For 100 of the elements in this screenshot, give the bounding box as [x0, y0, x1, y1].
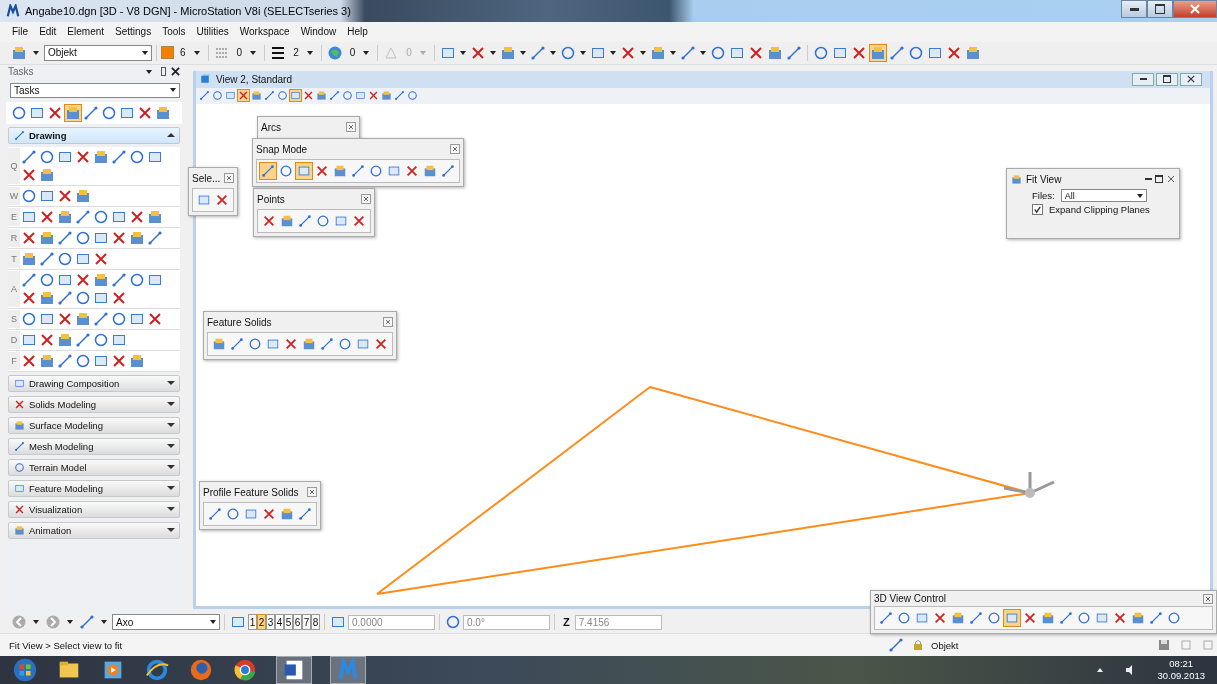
z-field[interactable]: 7.4156 [574, 614, 662, 630]
caret-icon[interactable] [146, 69, 152, 74]
line-icon[interactable] [877, 609, 895, 627]
chevron-icon[interactable] [167, 507, 175, 512]
block-icon[interactable] [868, 43, 887, 62]
square-icon[interactable] [289, 89, 302, 103]
close-icon[interactable] [1166, 174, 1176, 184]
angle-field[interactable]: 0.0° [463, 614, 550, 630]
menu-item[interactable]: Window [300, 26, 337, 38]
line-icon[interactable] [1057, 609, 1075, 627]
block-icon[interactable] [64, 103, 82, 122]
maximize-icon[interactable] [1155, 175, 1163, 183]
line-icon[interactable] [13, 439, 26, 453]
line-icon[interactable] [439, 162, 457, 180]
files-dropdown[interactable]: All [1060, 189, 1147, 202]
chevron-icon[interactable] [167, 133, 175, 138]
caret-icon[interactable] [699, 50, 706, 55]
start-button[interactable] [12, 657, 38, 683]
chevron-icon[interactable] [167, 486, 175, 491]
section-header[interactable]: Solids Modeling [8, 395, 180, 413]
block-icon[interactable] [380, 89, 393, 103]
section-header[interactable]: Feature Modeling [8, 479, 180, 497]
line-icon[interactable] [228, 335, 246, 353]
line-icon[interactable] [263, 89, 276, 103]
menu-item[interactable]: Element [67, 26, 105, 38]
caret-icon[interactable] [609, 50, 616, 55]
block-icon[interactable] [1010, 172, 1023, 186]
block-icon[interactable] [250, 89, 263, 103]
close-button[interactable] [1173, 0, 1217, 18]
menu-item[interactable]: Settings [115, 26, 152, 38]
menu-item[interactable]: Workspace [239, 26, 290, 38]
view-mode-dropdown[interactable]: Axo [112, 614, 220, 631]
cross-icon[interactable] [237, 89, 250, 103]
circle-icon[interactable] [276, 89, 289, 103]
checkbox[interactable] [1032, 204, 1043, 215]
restore-button[interactable] [1147, 0, 1173, 18]
close-icon[interactable] [171, 67, 180, 77]
caret-icon[interactable] [101, 620, 107, 625]
close-icon[interactable] [1187, 75, 1195, 84]
view-number-button[interactable]: 8 [311, 614, 320, 631]
section-header[interactable]: Animation [8, 521, 180, 539]
circle-icon[interactable] [211, 89, 224, 103]
section-header[interactable]: Visualization [8, 500, 180, 518]
distance-field[interactable]: 0.0000 [348, 614, 435, 630]
maximize-button[interactable] [1156, 72, 1178, 86]
minimize-button[interactable] [1121, 0, 1147, 18]
caret-icon[interactable] [193, 50, 200, 55]
block-icon[interactable] [13, 523, 26, 537]
section-header[interactable]: Mesh Modeling [8, 437, 180, 455]
line-icon[interactable] [393, 89, 406, 103]
caret-icon[interactable] [67, 620, 73, 625]
section-header[interactable]: Terrain Model [8, 458, 180, 476]
browser-icon[interactable] [232, 657, 258, 683]
color-swatch[interactable] [161, 46, 174, 60]
caret-icon[interactable] [363, 50, 370, 55]
menu-item[interactable]: Tools [162, 26, 186, 38]
circle-icon[interactable] [406, 89, 419, 103]
chevron-icon[interactable] [167, 402, 175, 407]
chevron-icon[interactable] [167, 381, 175, 386]
caret-icon[interactable] [549, 50, 556, 55]
section-header[interactable]: Drawing [8, 126, 180, 144]
tasks-dropdown[interactable]: Tasks [10, 82, 180, 98]
line-icon[interactable] [259, 162, 277, 180]
section-header[interactable]: Surface Modeling [8, 416, 180, 434]
chevron-icon[interactable] [167, 528, 175, 533]
caret-icon[interactable] [669, 50, 676, 55]
line-icon[interactable] [13, 128, 26, 142]
caret-icon[interactable] [579, 50, 586, 55]
axis-triad-icon[interactable] [1002, 470, 1056, 498]
caret-icon[interactable] [489, 50, 496, 55]
caret-icon[interactable] [33, 50, 39, 55]
section-header[interactable]: Drawing Composition [8, 374, 180, 392]
circle-icon[interactable] [341, 89, 354, 103]
chevron-icon[interactable] [167, 423, 175, 428]
caret-icon[interactable] [306, 50, 313, 55]
browser-icon[interactable] [144, 657, 170, 683]
block-icon[interactable] [315, 89, 328, 103]
tray-arrow-icon[interactable] [1097, 668, 1104, 672]
menu-item[interactable]: Edit [39, 26, 57, 38]
line-icon[interactable] [296, 505, 314, 523]
pin-icon[interactable] [161, 67, 166, 77]
line-icon[interactable] [198, 89, 211, 103]
minimize-button[interactable] [1132, 72, 1154, 86]
menu-item[interactable]: Utilities [196, 26, 229, 38]
line-icon[interactable] [1147, 609, 1165, 627]
menu-item[interactable]: File [12, 26, 29, 38]
caret-icon[interactable] [33, 620, 39, 625]
caret-icon[interactable] [639, 50, 646, 55]
close-button[interactable] [1180, 72, 1202, 86]
caret-icon[interactable] [250, 50, 257, 55]
line-icon[interactable] [328, 89, 341, 103]
block-icon[interactable] [13, 418, 26, 432]
caret-icon[interactable] [519, 50, 526, 55]
chevron-icon[interactable] [167, 465, 175, 470]
line-icon[interactable] [349, 162, 367, 180]
level-dropdown[interactable]: Objekt [44, 44, 152, 61]
line-icon[interactable] [967, 609, 985, 627]
line-icon[interactable] [206, 505, 224, 523]
chevron-icon[interactable] [167, 444, 175, 449]
caret-icon[interactable] [459, 50, 466, 55]
